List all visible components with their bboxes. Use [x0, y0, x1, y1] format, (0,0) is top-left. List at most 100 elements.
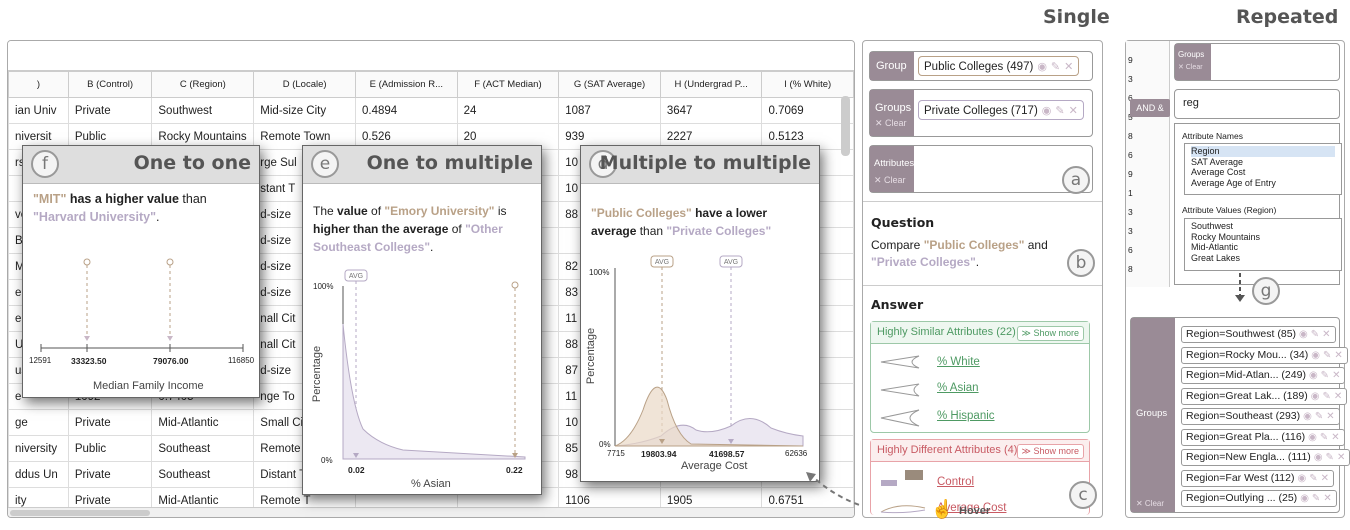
- close-icon[interactable]: ✕: [1334, 350, 1342, 361]
- list-item[interactable]: Rocky Mountains: [1191, 232, 1335, 243]
- group-pill[interactable]: Region=Far West (112) ◉ ✎ ✕: [1181, 469, 1334, 487]
- list-item[interactable]: SAT Average: [1191, 157, 1335, 168]
- edit-icon[interactable]: ✎: [1321, 370, 1329, 381]
- group-pill[interactable]: Region=Rocky Mou... (34) ◉ ✎ ✕: [1181, 346, 1348, 364]
- edit-icon[interactable]: ✎: [1051, 61, 1060, 73]
- close-icon[interactable]: ✕: [1326, 411, 1334, 422]
- eye-icon[interactable]: ◉: [1297, 473, 1306, 484]
- edit-icon[interactable]: ✎: [1315, 411, 1323, 422]
- edit-icon[interactable]: ✎: [1322, 391, 1330, 402]
- column-header[interactable]: H (Undergrad P...: [659, 71, 763, 98]
- list-item[interactable]: Average Age of Entry: [1191, 178, 1335, 189]
- list-item[interactable]: Region: [1191, 146, 1335, 157]
- close-icon[interactable]: ✕: [1334, 391, 1342, 402]
- table-cell[interactable]: Private: [67, 461, 153, 488]
- table-row[interactable]: ian Univ Private Southwest Mid-size City 0.4…: [8, 97, 854, 124]
- group-pill[interactable]: Region=Southwest (85) ◉ ✎ ✕: [1181, 326, 1336, 343]
- scroll-thumb[interactable]: [10, 510, 150, 516]
- close-icon[interactable]: ✕: [1322, 329, 1330, 340]
- table-cell[interactable]: Mid-size City: [253, 97, 356, 124]
- group-pill[interactable]: Region=Outlying ... (25) ◉ ✎ ✕: [1181, 490, 1337, 507]
- close-icon[interactable]: ✕: [1064, 61, 1073, 73]
- close-icon[interactable]: ✕: [1332, 370, 1340, 381]
- and-button[interactable]: AND &: [1130, 99, 1170, 117]
- edit-icon[interactable]: ✎: [1309, 473, 1317, 484]
- table-cell[interactable]: Private: [67, 409, 153, 436]
- group-pill-private[interactable]: Private Colleges (717) ◉ ✎ ✕: [918, 100, 1084, 120]
- eye-icon[interactable]: ◉: [1299, 329, 1308, 340]
- eye-icon[interactable]: ◉: [1037, 61, 1047, 73]
- eye-icon[interactable]: ◉: [1308, 432, 1317, 443]
- clear-button[interactable]: ✕ Clear: [1136, 499, 1170, 508]
- x-tick-max: 0.22: [506, 465, 523, 475]
- attr-values-list[interactable]: Southwest Rocky Mountains Mid-Atlantic G…: [1184, 218, 1342, 271]
- edit-icon[interactable]: ✎: [1320, 432, 1328, 443]
- eye-icon[interactable]: ◉: [1309, 370, 1318, 381]
- column-header[interactable]: F (ACT Median): [456, 71, 560, 98]
- list-item[interactable]: Average Cost: [1191, 167, 1335, 178]
- column-header[interactable]: C (Region): [151, 71, 255, 98]
- edit-icon[interactable]: ✎: [1323, 350, 1331, 361]
- group-pill[interactable]: Region=Great Pla... (116) ◉ ✎ ✕: [1181, 428, 1345, 446]
- eye-icon[interactable]: ◉: [1311, 350, 1320, 361]
- table-cell[interactable]: Southeast: [151, 435, 255, 462]
- close-icon[interactable]: ✕: [1337, 452, 1345, 463]
- list-item[interactable]: Great Lakes: [1191, 253, 1335, 264]
- close-icon[interactable]: ✕: [1321, 473, 1329, 484]
- table-cell[interactable]: 1087: [558, 97, 661, 124]
- clear-button[interactable]: ✕ Clear: [874, 175, 910, 186]
- table-cell[interactable]: ge: [8, 409, 69, 436]
- eye-icon[interactable]: ◉: [1042, 105, 1052, 117]
- close-icon[interactable]: ✕: [1323, 493, 1331, 504]
- edit-icon[interactable]: ✎: [1326, 452, 1334, 463]
- eye-icon[interactable]: ◉: [1300, 493, 1309, 504]
- group-pill[interactable]: Region=Great Lak... (189) ◉ ✎ ✕: [1181, 387, 1348, 405]
- column-header[interactable]: B (Control): [67, 71, 153, 98]
- group-pill-public[interactable]: Public Colleges (497) ◉ ✎ ✕: [918, 56, 1080, 76]
- table-cell[interactable]: Southwest: [151, 97, 255, 124]
- similar-link-asian[interactable]: % Asian: [937, 382, 979, 394]
- table-cell[interactable]: 3647: [659, 97, 763, 124]
- table-cell[interactable]: 0.4894: [354, 97, 458, 124]
- list-item[interactable]: Southwest: [1191, 221, 1335, 232]
- attr-names-list[interactable]: Region SAT Average Average Cost Average …: [1184, 143, 1342, 195]
- edit-icon[interactable]: ✎: [1055, 105, 1064, 117]
- column-header[interactable]: E (Admission R...: [354, 71, 458, 98]
- show-more-button[interactable]: ≫ Show more: [1016, 444, 1084, 459]
- clear-button[interactable]: ✕ Clear: [875, 118, 909, 129]
- column-header[interactable]: ): [8, 71, 69, 98]
- similar-link-white[interactable]: % White: [937, 356, 980, 368]
- vertical-scrollbar[interactable]: [841, 96, 850, 156]
- density-area: [342, 323, 526, 460]
- table-cell[interactable]: Public: [67, 435, 153, 462]
- column-header[interactable]: I (% White): [761, 71, 854, 98]
- show-more-button[interactable]: ≫ Show more: [1016, 326, 1084, 341]
- group-pill[interactable]: Region=Mid-Atlan... (249) ◉ ✎ ✕: [1181, 367, 1346, 384]
- horizontal-scrollbar[interactable]: [8, 507, 854, 517]
- edit-icon[interactable]: ✎: [1311, 329, 1319, 340]
- edit-icon[interactable]: ✎: [1312, 493, 1320, 504]
- group-pill[interactable]: Region=New Engla... (111) ◉ ✎ ✕: [1181, 449, 1350, 466]
- table-cell[interactable]: Private: [67, 97, 153, 124]
- clear-button[interactable]: ✕ Clear: [1178, 63, 1208, 71]
- table-cell[interactable]: ian Univ: [8, 97, 69, 124]
- group-pill[interactable]: Region=Southeast (293) ◉ ✎ ✕: [1181, 408, 1340, 425]
- axis-max: 116850: [228, 356, 255, 365]
- table-cell[interactable]: Mid-Atlantic: [151, 409, 255, 436]
- column-header[interactable]: D (Locale): [253, 71, 356, 98]
- similar-link-hispanic[interactable]: % Hispanic: [937, 410, 995, 422]
- close-icon[interactable]: ✕: [1069, 105, 1078, 117]
- table-cell[interactable]: 0.7069: [761, 97, 854, 124]
- eye-icon[interactable]: ◉: [1303, 411, 1312, 422]
- close-icon[interactable]: ✕: [1331, 432, 1339, 443]
- list-item[interactable]: Mid-Atlantic: [1191, 242, 1335, 253]
- column-header[interactable]: G (SAT Average): [558, 71, 661, 98]
- table-cell[interactable]: ddus Un: [8, 461, 69, 488]
- table-cell[interactable]: Southeast: [151, 461, 255, 488]
- eye-icon[interactable]: ◉: [1314, 452, 1323, 463]
- search-input[interactable]: reg: [1174, 89, 1340, 119]
- eye-icon[interactable]: ◉: [1311, 391, 1320, 402]
- table-cell[interactable]: 24: [456, 97, 560, 124]
- table-cell[interactable]: niversity: [8, 435, 69, 462]
- different-link-control[interactable]: Control: [937, 476, 974, 488]
